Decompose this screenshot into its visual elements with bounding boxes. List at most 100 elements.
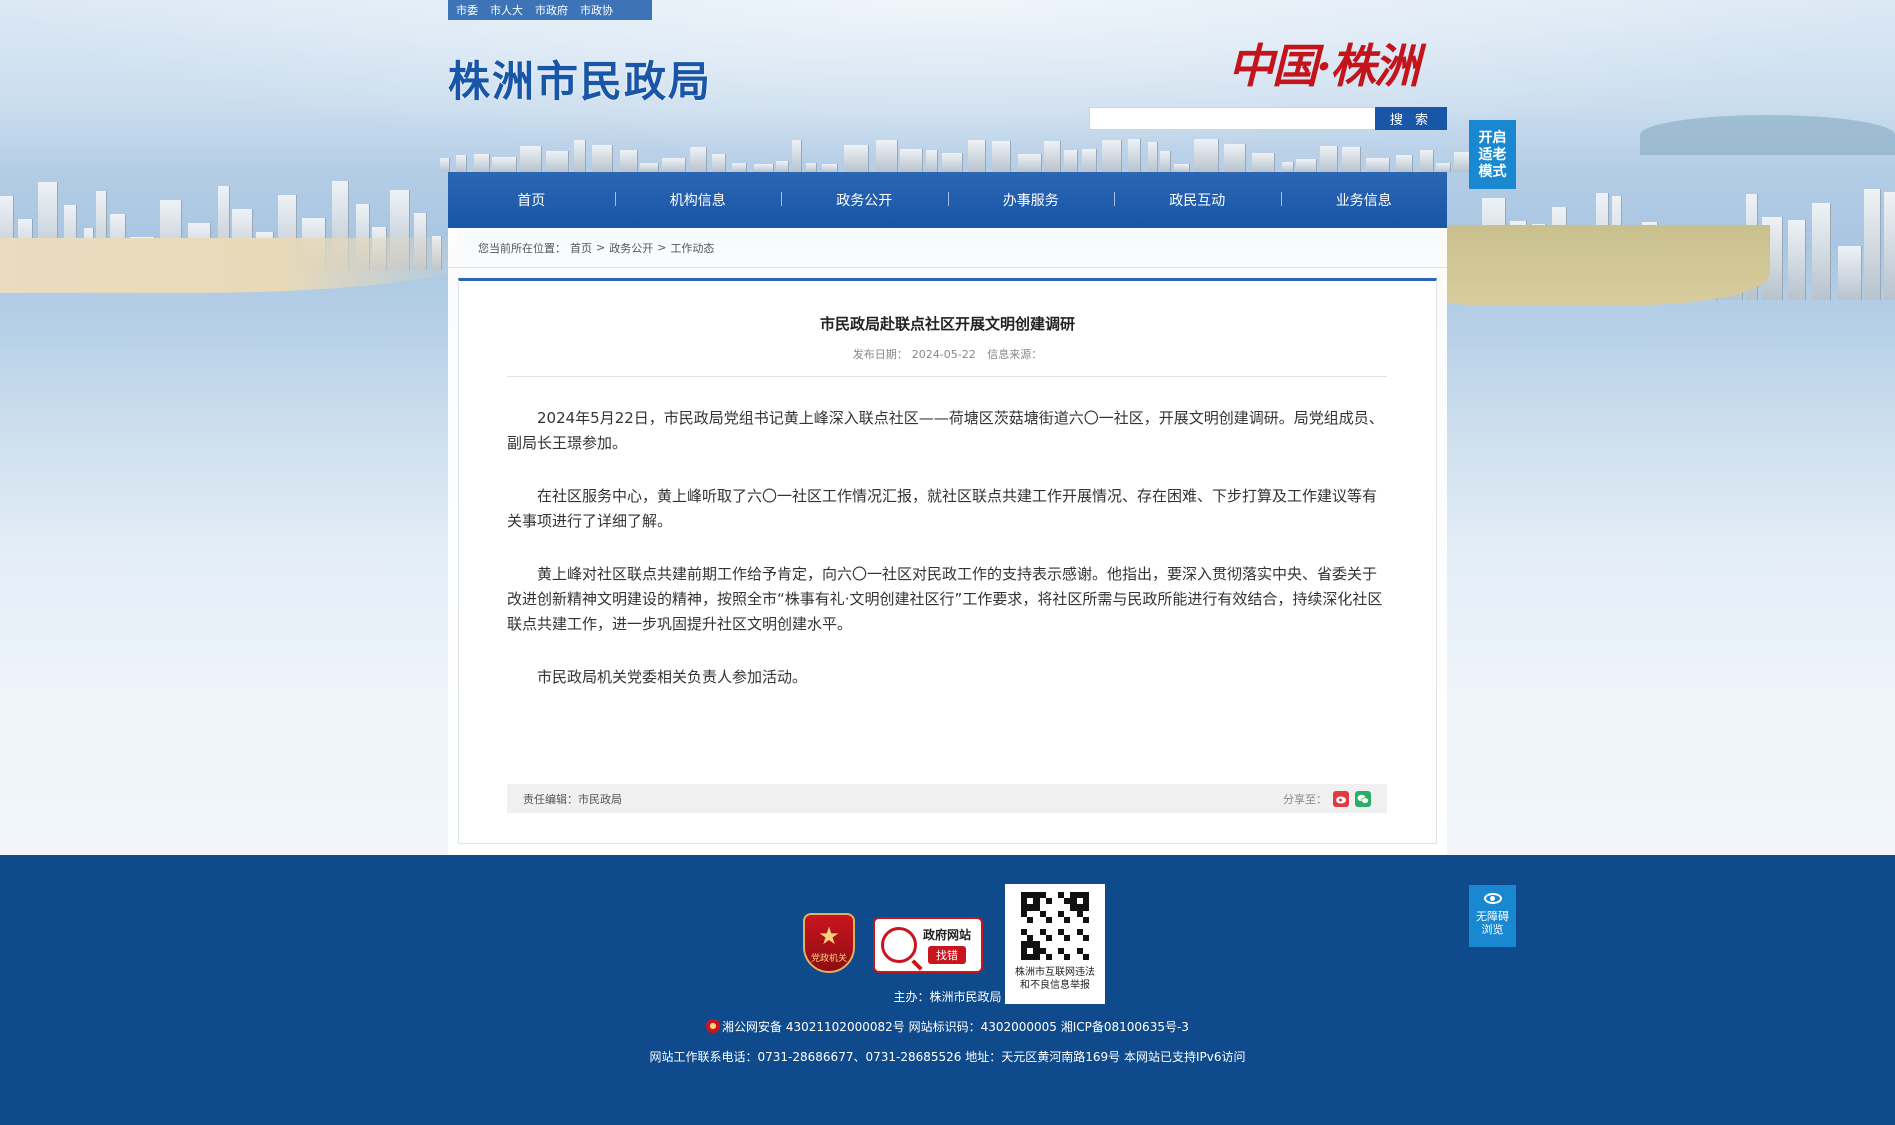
building-shape <box>546 151 569 172</box>
building-shape <box>844 145 869 172</box>
building-shape <box>690 147 707 172</box>
building-shape <box>1812 203 1831 300</box>
building-shape <box>1174 164 1190 172</box>
building-shape <box>822 164 838 172</box>
building-shape <box>1194 139 1219 172</box>
top-link-government[interactable]: 市政府 <box>535 2 568 18</box>
building-shape <box>1788 220 1806 300</box>
breadcrumb-separator: > <box>596 241 606 254</box>
nav-item-government-affairs[interactable]: 政务公开 <box>781 190 948 210</box>
building-shape <box>1342 147 1361 172</box>
building-shape <box>1018 154 1042 172</box>
report-qr-card: 株洲市互联网违法 和不良信息举报 <box>1005 884 1105 1004</box>
article-paragraph: 2024年5月22日，市民政局党组书记黄上峰深入联点社区——荷塘区茨菇塘街道六〇… <box>507 409 1384 452</box>
site-logo[interactable]: 株洲市民政局 <box>448 48 712 109</box>
building-shape <box>520 146 542 172</box>
building-shape <box>992 141 1011 172</box>
weibo-share-icon[interactable] <box>1333 790 1349 807</box>
article-title: 市民政局赴联点社区开展文明创建调研 <box>819 315 1075 333</box>
breadcrumb-prefix: 您当前所在位置： <box>478 241 566 255</box>
share-label: 分享至： <box>1283 792 1327 806</box>
building-shape <box>1044 141 1061 172</box>
accessible-line2: 浏览 <box>1481 923 1504 936</box>
nav-item-organization[interactable]: 机构信息 <box>614 190 782 210</box>
building-shape <box>474 154 490 172</box>
riverbank-left <box>0 238 470 293</box>
police-badge-icon <box>706 1019 721 1033</box>
magnifier-icon <box>881 927 917 963</box>
breadcrumb-separator: > <box>657 241 667 254</box>
source-label: 信息来源： <box>987 348 1043 361</box>
building-shape <box>574 140 586 172</box>
building-shape <box>942 153 963 172</box>
building-shape <box>712 154 726 172</box>
elder-mode-button[interactable]: 开启 适老 模式 <box>1469 120 1516 189</box>
building-shape <box>1366 158 1390 172</box>
building-shape <box>592 145 613 172</box>
building-shape <box>1296 159 1317 172</box>
building-shape <box>1082 149 1097 172</box>
building-shape <box>1148 142 1158 172</box>
elder-mode-line-2: 适老 <box>1478 147 1507 163</box>
party-government-badge[interactable]: ★ 党政机关 <box>803 913 855 973</box>
qr-code-icon <box>1021 892 1089 960</box>
top-link-congress[interactable]: 市人大 <box>490 2 523 18</box>
building-shape <box>1128 139 1141 172</box>
accessibility-button[interactable]: 无障碍 浏览 <box>1469 885 1516 947</box>
riverbank-right <box>1440 225 1770 305</box>
building-shape <box>640 163 659 172</box>
publish-date-label: 发布日期： <box>852 348 908 361</box>
elder-mode-line-3: 模式 <box>1478 164 1507 180</box>
footer-host: 主办：株洲市民政局 <box>893 990 1002 1004</box>
building-shape <box>1864 189 1881 300</box>
building-shape <box>754 164 774 172</box>
wechat-share-icon[interactable] <box>1355 790 1371 807</box>
footer-record: 湘公网安备 43021102000082号 网站标识码：4302000005 湘… <box>0 1018 1895 1035</box>
article-paragraph: 在社区服务中心，黄上峰听取了六〇一社区工作情况汇报，就社区联点共建工作开展情况、… <box>507 487 1378 530</box>
breadcrumb-government-affairs[interactable]: 政务公开 <box>609 240 653 256</box>
nav-item-services[interactable]: 办事服务 <box>947 190 1115 210</box>
building-shape <box>926 150 938 172</box>
building-shape <box>1420 150 1434 172</box>
main-nav: 首页 机构信息 政务公开 办事服务 政民互动 业务信息 <box>448 172 1447 228</box>
publish-date: 2024-05-22 <box>911 348 976 361</box>
site-footer: ★ 党政机关 政府网站 找错 株洲市互联网违法 和不良信息举报 无障碍 浏览 主… <box>0 855 1895 1125</box>
building-shape <box>1282 162 1294 172</box>
main-panel: 您当前所在位置： 首页 > 政务公开 > 工作动态 市民政局赴联点社区开展文明创… <box>448 228 1447 855</box>
nav-item-interaction[interactable]: 政民互动 <box>1114 190 1281 210</box>
building-shape <box>876 140 898 172</box>
elder-mode-line-1: 开启 <box>1478 130 1507 146</box>
report-error-badge[interactable]: 政府网站 找错 <box>873 917 983 973</box>
footer-record-text[interactable]: 湘公网安备 43021102000082号 网站标识码：4302000005 湘… <box>722 1020 1189 1034</box>
share-group: 分享至： <box>1283 790 1371 807</box>
building-shape <box>968 140 986 172</box>
search-button[interactable]: 搜 索 <box>1375 107 1447 130</box>
footer-contact: 网站工作联系电话：0731-28686677、0731-28685526 地址：… <box>649 1050 1246 1064</box>
building-shape <box>1064 150 1078 172</box>
breadcrumb-home[interactable]: 首页 <box>570 240 592 256</box>
party-emblem-icon: ★ <box>818 922 840 950</box>
breadcrumb: 您当前所在位置： 首页 > 政务公开 > 工作动态 <box>448 228 1447 268</box>
building-shape <box>792 140 802 172</box>
article-paragraph: 黄上峰对社区联点共建前期工作给予肯定，向六〇一社区对民政工作的支持表示感谢。他指… <box>507 565 1383 633</box>
building-shape <box>492 157 517 172</box>
building-shape <box>806 163 817 172</box>
article-paragraph: 市民政局机关党委相关负责人参加活动。 <box>537 668 808 686</box>
qr-caption-line1: 株洲市互联网违法 <box>1015 967 1095 978</box>
building-shape <box>1160 151 1171 172</box>
search-input[interactable] <box>1089 107 1377 130</box>
party-badge-label: 党政机关 <box>810 954 847 964</box>
building-shape <box>732 163 747 172</box>
top-link-cppcc[interactable]: 市政协 <box>580 2 613 18</box>
city-calligraphy-logo: 中国·株洲 <box>1228 39 1420 93</box>
top-links-bar: 市委 市人大 市政府 市政协 <box>448 0 652 20</box>
nav-item-business-info[interactable]: 业务信息 <box>1280 190 1448 210</box>
top-link-party-committee[interactable]: 市委 <box>456 2 478 18</box>
building-shape <box>1396 155 1413 172</box>
title-divider <box>507 376 1387 377</box>
breadcrumb-work-news[interactable]: 工作动态 <box>670 240 714 256</box>
building-shape <box>1320 146 1338 172</box>
building-shape <box>620 150 638 172</box>
accessible-line1: 无障碍 <box>1476 910 1509 923</box>
nav-item-home[interactable]: 首页 <box>448 190 615 210</box>
